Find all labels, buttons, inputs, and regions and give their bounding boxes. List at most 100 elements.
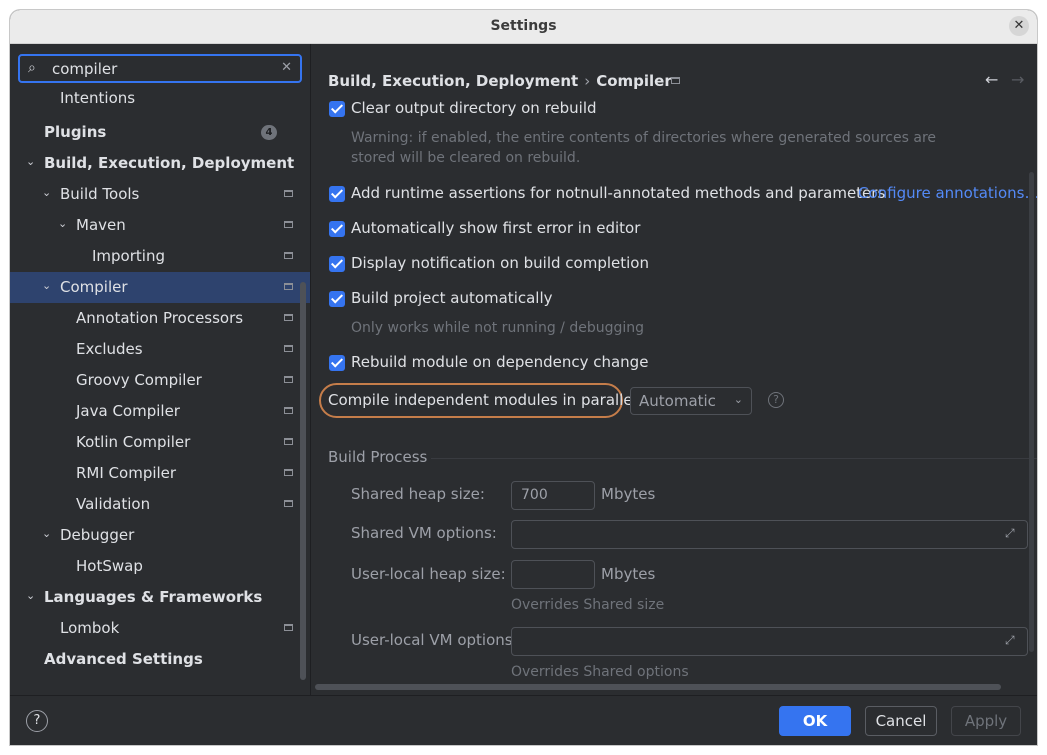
project-scope-icon [284, 469, 293, 476]
clear-output-checkbox[interactable] [329, 101, 345, 117]
project-scope-icon [284, 314, 293, 321]
tree-item-build-execution-deployment[interactable]: ⌄ Build, Execution, Deployment [10, 148, 310, 179]
clear-search-icon[interactable]: ✕ [281, 60, 292, 75]
chevron-down-icon[interactable]: ⌄ [42, 186, 51, 199]
tree-item-hotswap[interactable]: HotSwap [10, 551, 310, 582]
tree-item-rmi-compiler[interactable]: RMI Compiler [10, 458, 310, 489]
breadcrumb-parent[interactable]: Build, Execution, Deployment [328, 72, 578, 90]
tree-item-lombok[interactable]: Lombok [10, 613, 310, 644]
parallel-compile-label: Compile independent modules in parallel: [328, 391, 642, 409]
tree-item-maven[interactable]: ⌄ Maven [10, 210, 310, 241]
tree-item-plugins[interactable]: Plugins 4 [10, 117, 310, 148]
sidebar-scrollbar[interactable] [300, 282, 306, 680]
show-first-error-checkbox[interactable] [329, 221, 345, 237]
chevron-down-icon[interactable]: ⌄ [26, 155, 35, 168]
chevron-down-icon[interactable]: ⌄ [42, 279, 51, 292]
forward-arrow-icon[interactable]: → [1011, 70, 1024, 89]
plugins-count-badge: 4 [261, 125, 277, 140]
clear-output-warning-line-2: stored will be cleared on rebuild. [351, 150, 581, 166]
ok-button[interactable]: OK [779, 706, 851, 736]
project-scope-icon [284, 438, 293, 445]
project-scope-icon [284, 624, 293, 631]
content-vertical-scrollbar[interactable] [1029, 172, 1034, 652]
user-vm-options-input[interactable] [511, 627, 1028, 656]
project-scope-icon [671, 77, 680, 84]
user-heap-label: User-local heap size: [351, 565, 506, 583]
settings-dialog: Settings ✕ ⌕ compiler ✕ Intentions Plugi… [10, 10, 1037, 745]
tree-item-label: Compiler [60, 278, 128, 296]
tree-item-excludes[interactable]: Excludes [10, 334, 310, 365]
apply-button[interactable]: Apply [951, 706, 1021, 736]
tree-item-label: Build, Execution, Deployment [44, 154, 295, 172]
breadcrumb-current: Compiler [596, 72, 672, 90]
shared-heap-value: 700 [521, 487, 548, 503]
tree-item-intentions[interactable]: Intentions [10, 86, 310, 117]
clear-output-label[interactable]: Clear output directory on rebuild [351, 99, 597, 117]
search-input[interactable]: ⌕ compiler ✕ [18, 54, 302, 83]
configure-annotations-link[interactable]: Configure annotations… [858, 184, 1037, 202]
tree-item-advanced-settings[interactable]: Advanced Settings [10, 644, 310, 675]
settings-content: Build, Execution, Deployment › Compiler ← … [311, 44, 1037, 695]
tree-item-importing[interactable]: Importing [10, 241, 310, 272]
tree-item-label: Annotation Processors [76, 309, 244, 327]
tree-item-label: Lombok [60, 619, 120, 637]
build-process-title: Build Process [328, 448, 428, 466]
shared-vm-options-input[interactable] [511, 520, 1028, 549]
tree-item-annotation-processors[interactable]: Annotation Processors [10, 303, 310, 334]
section-divider [431, 458, 1037, 459]
tree-item-kotlin-compiler[interactable]: Kotlin Compiler [10, 427, 310, 458]
chevron-down-icon[interactable]: ⌄ [42, 527, 51, 540]
tree-item-groovy-compiler[interactable]: Groovy Compiler [10, 365, 310, 396]
project-scope-icon [284, 500, 293, 507]
tree-item-label: Plugins [44, 123, 107, 141]
cancel-button[interactable]: Cancel [865, 706, 937, 736]
search-value[interactable]: compiler [52, 60, 117, 78]
user-vm-options-label: User-local VM options: [351, 631, 518, 649]
tree-item-validation[interactable]: Validation [10, 489, 310, 520]
user-heap-input[interactable] [511, 560, 595, 589]
tree-item-compiler[interactable]: ⌄ Compiler [10, 272, 310, 303]
project-scope-icon [284, 345, 293, 352]
content-horizontal-scrollbar[interactable] [315, 684, 1001, 690]
tree-item-label: HotSwap [76, 557, 143, 575]
show-first-error-label[interactable]: Automatically show first error in editor [351, 219, 640, 237]
project-scope-icon [284, 190, 293, 197]
chevron-down-icon: ⌄ [733, 393, 743, 406]
tree-item-java-compiler[interactable]: Java Compiler [10, 396, 310, 427]
user-heap-unit: Mbytes [601, 565, 656, 583]
window-title: Settings [490, 18, 557, 34]
shared-heap-input[interactable]: 700 [511, 481, 595, 510]
tree-item-label: Importing [92, 247, 165, 265]
project-scope-icon [284, 407, 293, 414]
parallel-compile-dropdown[interactable]: Automatic ⌄ [630, 387, 752, 415]
chevron-down-icon[interactable]: ⌄ [26, 589, 35, 602]
clear-output-warning-line-1: Warning: if enabled, the entire contents… [351, 130, 937, 146]
expand-icon[interactable]: ⤢ [1005, 633, 1015, 648]
rebuild-module-checkbox[interactable] [329, 355, 345, 371]
project-scope-icon [284, 221, 293, 228]
shared-heap-label: Shared heap size: [351, 485, 485, 503]
help-icon[interactable]: ? [768, 392, 784, 408]
runtime-assertions-checkbox[interactable] [329, 186, 345, 202]
tree-item-label: Advanced Settings [44, 650, 203, 668]
user-heap-hint: Overrides Shared size [511, 597, 665, 613]
back-arrow-icon[interactable]: ← [985, 70, 998, 89]
tree-item-debugger[interactable]: ⌄ Debugger [10, 520, 310, 551]
rebuild-module-label[interactable]: Rebuild module on dependency change [351, 353, 648, 371]
tree-item-label: Intentions [60, 89, 136, 107]
close-icon[interactable]: ✕ [1009, 16, 1029, 36]
chevron-down-icon[interactable]: ⌄ [58, 217, 67, 230]
tree-item-languages-frameworks[interactable]: ⌄ Languages & Frameworks [10, 582, 310, 613]
tree-item-label: RMI Compiler [76, 464, 177, 482]
expand-icon[interactable]: ⤢ [1005, 526, 1015, 541]
breadcrumb-separator-icon: › [584, 72, 591, 90]
tree-item-label: Maven [76, 216, 126, 234]
tree-item-build-tools[interactable]: ⌄ Build Tools [10, 179, 310, 210]
build-automatically-checkbox[interactable] [329, 291, 345, 307]
build-notification-checkbox[interactable] [329, 256, 345, 272]
help-icon[interactable]: ? [26, 710, 48, 732]
build-notification-label[interactable]: Display notification on build completion [351, 254, 649, 272]
build-automatically-label[interactable]: Build project automatically [351, 289, 553, 307]
tree-item-label: Debugger [60, 526, 135, 544]
runtime-assertions-label[interactable]: Add runtime assertions for notnull-annot… [351, 184, 885, 202]
